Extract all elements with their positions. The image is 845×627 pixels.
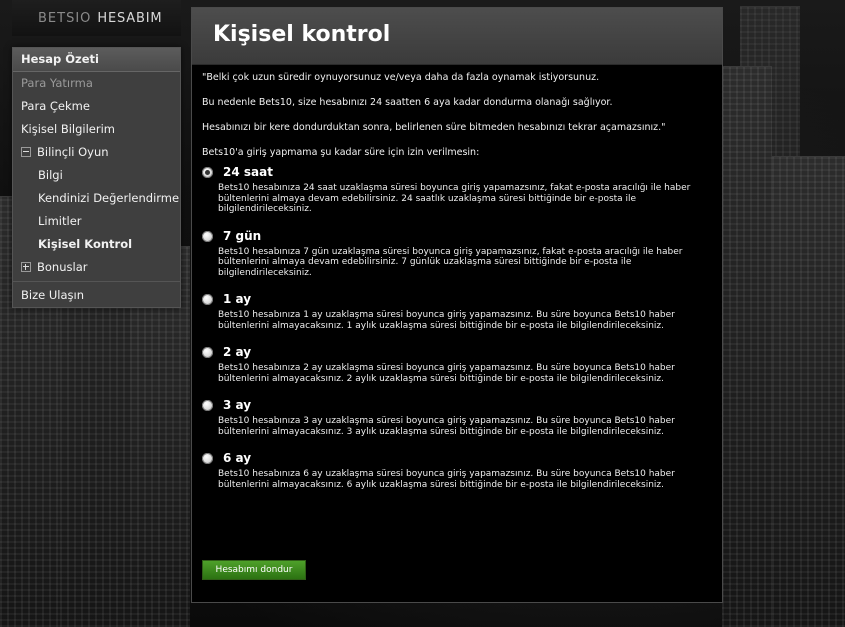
option-title: 7 gün [223,228,262,243]
radio-button-3-ay[interactable] [202,400,213,411]
sidebar-item-hesap-ozeti[interactable]: Hesap Özeti [13,48,180,72]
radio-button-7-gun[interactable] [202,230,213,242]
option-description: Bets10 hesabınıza 7 gün uzaklaşma süresi… [218,246,683,278]
radio-button-2-ay[interactable] [202,347,213,358]
sidebar-item-label: Kişisel Bilgilerim [21,122,116,136]
panel-header: Kişisel kontrol [192,8,722,65]
sidebar-item-label: Bize Ulaşın [21,288,84,302]
sidebar-item-kisisel-kontrol[interactable]: Kişisel Kontrol [13,233,180,256]
sidebar-divider [13,281,180,282]
option-2-ay[interactable]: 2 ay Bets10 hesabınıza 2 ay uzaklaşma sü… [202,345,714,384]
radio-button-24-saat[interactable] [202,167,213,178]
option-title: 3 ay [223,398,252,412]
instruction-text: Bets10'a giriş yapmama şu kadar süre içi… [202,147,480,158]
sidebar-item-label: Kendinizi Değerlendirme [38,191,180,205]
sidebar-item-bilincli-oyun[interactable]: Bilinçli Oyun [13,141,180,164]
sidebar-item-label: Limitler [38,214,82,228]
option-description: Bets10 hesabınıza 24 saat uzaklaşma süre… [218,183,691,214]
building-silhouette [722,66,772,627]
sidebar-item-para-yatirma[interactable]: Para Yatırma [13,72,180,95]
panel-content: "Belki çok uzun süredir oynuyorsunuz ve/… [202,72,714,498]
freeze-account-button[interactable]: Hesabımı dondur [202,560,306,580]
option-7-gun[interactable]: 7 gün Bets10 hesabınıza 7 gün uzaklaşma … [202,229,714,279]
option-title: 1 ay [223,292,252,306]
option-24-saat[interactable]: 24 saat Bets10 hesabınıza 24 saat uzakla… [202,165,714,215]
sidebar-item-label: Para Yatırma [21,76,93,90]
option-1-ay[interactable]: 1 ay Bets10 hesabınıza 1 ay uzaklaşma sü… [202,292,714,331]
account-sidebar: Hesap Özeti Para Yatırma Para Çekme Kişi… [12,47,181,308]
intro-paragraph: Bu nedenle Bets10, size hesabınızı 24 sa… [202,97,613,108]
sidebar-item-kisisel-bilgilerim[interactable]: Kişisel Bilgilerim [13,118,180,141]
intro-paragraph: Hesabınızı bir kere dondurduktan sonra, … [202,122,666,133]
building-silhouette [772,156,845,627]
sidebar-item-label: Bilgi [38,168,63,182]
radio-button-6-ay[interactable] [202,453,213,464]
option-description: Bets10 hesabınıza 2 ay uzaklaşma süresi … [218,363,675,384]
option-description: Bets10 hesabınıza 6 ay uzaklaşma süresi … [218,469,675,490]
radio-button-1-ay[interactable] [202,294,213,305]
logo-title: HESABIM [97,11,163,26]
sidebar-item-label: Bonuslar [37,260,88,274]
sidebar-item-label: Para Çekme [21,99,90,113]
option-title: 24 saat [223,165,273,179]
logo-brand: BETSIO [38,11,92,26]
intro-paragraph: "Belki çok uzun süredir oynuyorsunuz ve/… [202,72,600,83]
sidebar-item-bize-ulasin[interactable]: Bize Ulaşın [13,284,180,307]
sidebar-item-label: Hesap Özeti [21,52,99,66]
option-3-ay[interactable]: 3 ay Bets10 hesabınıza 3 ay uzaklaşma sü… [202,398,714,437]
collapse-icon[interactable] [21,146,31,157]
page-title: Kişisel kontrol [213,22,391,47]
option-description: Bets10 hesabınıza 3 ay uzaklaşma süresi … [218,416,675,437]
sidebar-item-kendinizi-degerlendirme[interactable]: Kendinizi Değerlendirme [13,187,180,210]
sidebar-item-limitler[interactable]: Limitler [13,210,180,233]
sidebar-item-bilgi[interactable]: Bilgi [13,164,180,187]
option-6-ay[interactable]: 6 ay Bets10 hesabınıza 6 ay uzaklaşma sü… [202,451,714,490]
site-logo[interactable]: BETSIO HESABIM [12,0,181,36]
expand-icon[interactable] [21,261,31,272]
option-description: Bets10 hesabınıza 1 ay uzaklaşma süresi … [218,310,675,331]
sidebar-item-bonuslar[interactable]: Bonuslar [13,256,180,279]
option-title: 6 ay [223,451,252,465]
option-title: 2 ay [223,345,252,359]
logo-text: BETSIO HESABIM [38,11,162,26]
self-exclusion-panel: Kişisel kontrol "Belki çok uzun süredir … [191,7,723,603]
sidebar-item-label: Kişisel Kontrol [38,237,133,251]
sidebar-item-label: Bilinçli Oyun [37,145,109,159]
sidebar-item-para-cekme[interactable]: Para Çekme [13,95,180,118]
